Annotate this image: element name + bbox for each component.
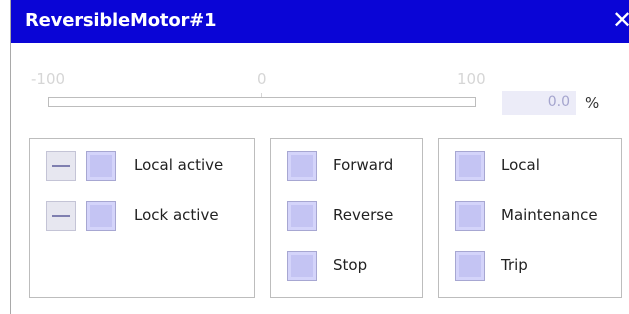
scale-tick-mid: 0 — [257, 70, 267, 88]
mode-row-maintenance: Maintenance — [439, 201, 621, 235]
value-unit: % — [585, 94, 600, 112]
mode-label: Maintenance — [501, 206, 598, 224]
title-bar: ReversibleMotor#1 ✕ — [11, 0, 629, 43]
value-bar — [48, 97, 476, 107]
square-indicator-icon — [86, 151, 116, 181]
direction-label: Stop — [333, 256, 368, 274]
square-indicator-icon — [287, 151, 317, 181]
group-mode: Local Maintenance Trip — [438, 138, 622, 298]
direction-row-forward[interactable]: Forward — [271, 151, 422, 185]
value-display: 0.0 — [502, 91, 576, 115]
direction-label: Forward — [333, 156, 394, 174]
mode-label: Local — [501, 156, 540, 174]
status-row-local-active: Local active — [30, 151, 254, 185]
direction-row-reverse[interactable]: Reverse — [271, 201, 422, 235]
status-row-lock-active: Lock active — [30, 201, 254, 235]
square-indicator-icon — [455, 151, 485, 181]
mode-row-trip: Trip — [439, 251, 621, 285]
scale-tick-min: -100 — [31, 70, 66, 88]
group-direction: Forward Reverse Stop — [270, 138, 423, 298]
direction-row-stop[interactable]: Stop — [271, 251, 422, 285]
dash-indicator-icon — [46, 201, 76, 231]
window-title: ReversibleMotor#1 — [25, 10, 217, 31]
mode-row-local: Local — [439, 151, 621, 185]
square-indicator-icon — [455, 201, 485, 231]
square-indicator-icon — [86, 201, 116, 231]
close-icon[interactable]: ✕ — [612, 6, 629, 34]
scale-tick-max: 100 — [457, 70, 486, 88]
faceplate-window: ReversibleMotor#1 ✕ -100 0 100 0.0 % Loc… — [10, 0, 629, 314]
status-label: Local active — [134, 156, 224, 174]
square-indicator-icon — [287, 251, 317, 281]
value-readout: 0.0 — [547, 94, 570, 110]
status-label: Lock active — [134, 206, 219, 224]
square-indicator-icon — [287, 201, 317, 231]
group-status-left: Local active Lock active — [29, 138, 255, 298]
square-indicator-icon — [455, 251, 485, 281]
dash-indicator-icon — [46, 151, 76, 181]
direction-label: Reverse — [333, 206, 394, 224]
mode-label: Trip — [501, 256, 528, 274]
